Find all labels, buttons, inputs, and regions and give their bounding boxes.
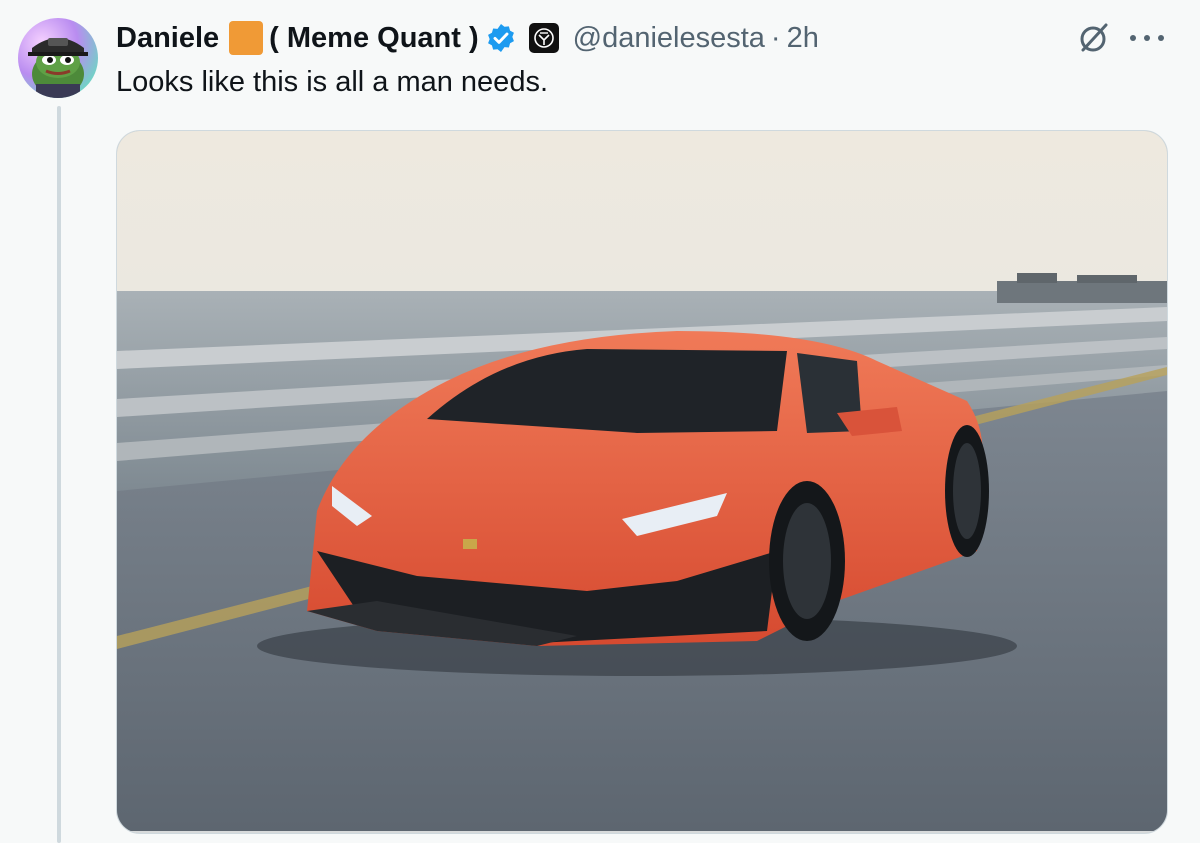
separator-dot: ·	[770, 21, 781, 54]
verified-badge-icon	[487, 24, 514, 52]
tweet[interactable]: Daniele ( Meme Quant ) @danielesesta · 2…	[0, 0, 1200, 843]
author-name-suffix[interactable]: ( Meme Quant )	[269, 22, 478, 55]
more-icon[interactable]	[1130, 24, 1164, 52]
tweet-header: Daniele ( Meme Quant ) @danielesesta · 2…	[116, 18, 819, 58]
author-name[interactable]: Daniele	[116, 22, 219, 55]
orange-square-emoji	[229, 21, 264, 55]
affiliate-badge-icon[interactable]	[528, 23, 559, 53]
car-photo	[117, 131, 1167, 833]
tweet-media-image[interactable]	[116, 130, 1168, 834]
thread-line	[57, 106, 61, 843]
grok-icon[interactable]	[1076, 20, 1112, 56]
pepe-avatar-icon	[28, 38, 88, 98]
timestamp[interactable]: 2h	[787, 22, 819, 55]
author-handle[interactable]: @danielesesta	[573, 22, 765, 55]
tweet-text: Looks like this is all a man needs.	[116, 66, 548, 98]
avatar[interactable]	[18, 18, 98, 98]
